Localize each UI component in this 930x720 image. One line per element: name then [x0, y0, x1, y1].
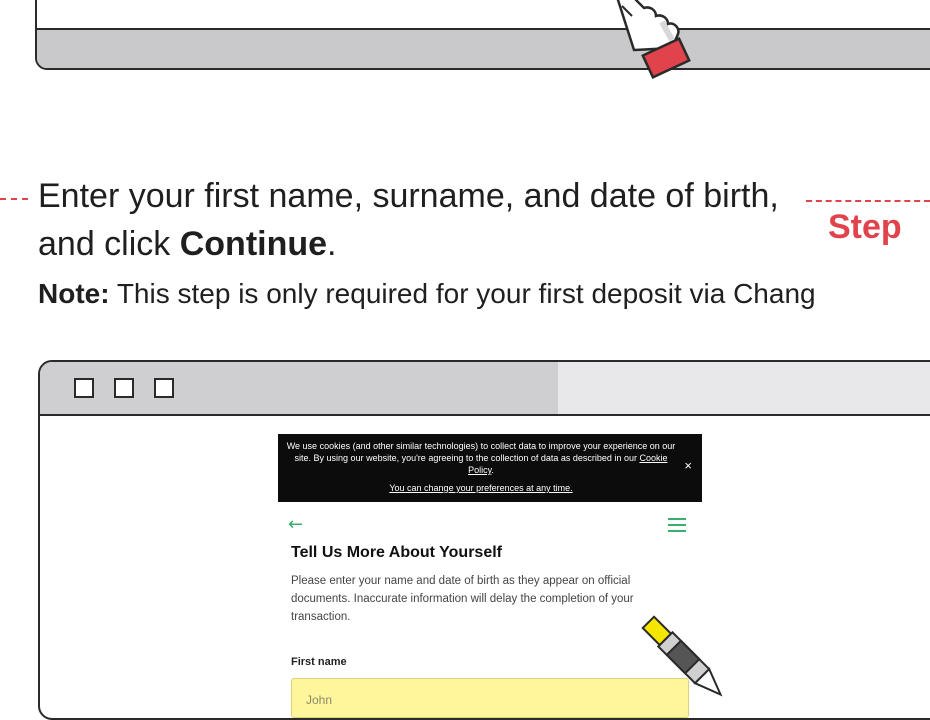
form-description: Please enter your name and date of birth…	[291, 575, 634, 623]
first-name-field[interactable]: John	[291, 678, 689, 718]
cookie-preferences-link[interactable]: You can change your preferences at any t…	[286, 482, 676, 494]
back-arrow-icon[interactable]: ←	[288, 514, 303, 535]
window-button-3[interactable]	[154, 378, 174, 398]
dashed-connector-right	[806, 200, 930, 202]
instruction-text-before: Enter your first name, surname, and date…	[38, 177, 779, 263]
menu-icon[interactable]	[668, 518, 686, 536]
close-icon[interactable]: ×	[684, 459, 692, 472]
window-button-1[interactable]	[74, 378, 94, 398]
window-button-2[interactable]	[114, 378, 134, 398]
first-name-label: First name	[291, 656, 347, 668]
instruction-bold: Continue	[179, 225, 328, 263]
browser-window: We use cookies (and other similar techno…	[38, 360, 930, 720]
step-label: Step	[828, 208, 902, 246]
dashed-connector-left	[0, 198, 28, 200]
cookie-banner: We use cookies (and other similar techno…	[278, 434, 702, 502]
note-body: This step is only required for your firs…	[109, 278, 816, 309]
form-title: Tell Us More About Yourself	[291, 544, 502, 561]
address-bar-area	[558, 362, 930, 414]
instruction-text: Enter your first name, surname, and date…	[38, 172, 798, 268]
browser-titlebar	[40, 362, 930, 416]
cookie-text-part1: We use cookies (and other similar techno…	[286, 441, 676, 463]
frame-bottom-bar	[37, 28, 930, 68]
cookie-text-part2: .	[491, 465, 494, 475]
pointing-hand-icon	[616, 0, 691, 79]
instruction-text-after: .	[327, 225, 337, 263]
previous-browser-frame	[35, 0, 930, 70]
note-label: Note:	[38, 278, 110, 309]
pen-icon	[641, 615, 723, 697]
note-text: Note: This step is only required for you…	[38, 278, 816, 310]
cookie-text: We use cookies (and other similar techno…	[286, 440, 676, 476]
